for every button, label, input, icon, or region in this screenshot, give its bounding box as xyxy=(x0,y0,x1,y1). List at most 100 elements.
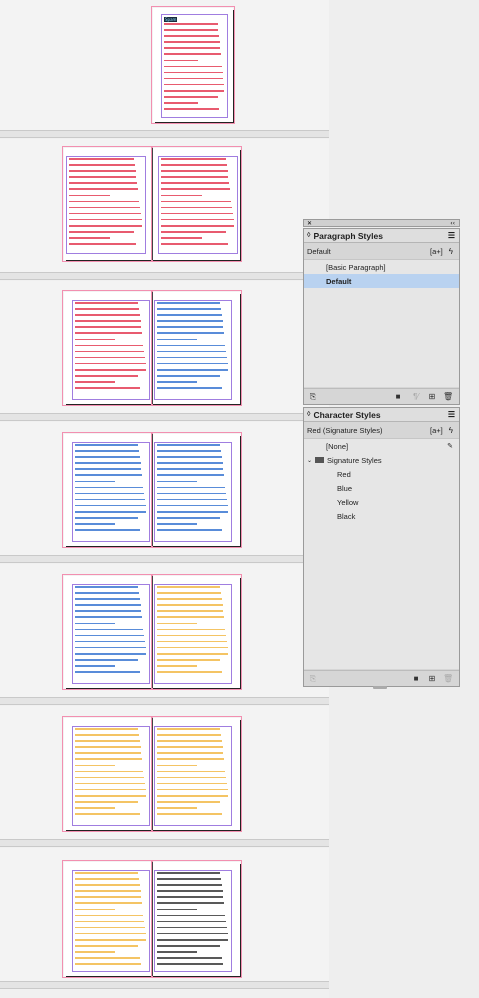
style-item[interactable]: Yellow xyxy=(304,495,459,509)
text-line xyxy=(157,504,228,507)
text-frame[interactable] xyxy=(157,872,229,970)
text-line xyxy=(157,586,221,588)
text-frame[interactable] xyxy=(157,586,229,682)
text-line xyxy=(75,957,140,959)
text-frame[interactable] xyxy=(157,444,229,540)
right-page[interactable] xyxy=(152,290,242,406)
text-line xyxy=(157,752,224,754)
text-line xyxy=(164,102,198,104)
text-line xyxy=(75,795,147,797)
text-line xyxy=(157,788,228,791)
panel-resize-grip[interactable] xyxy=(373,686,387,689)
text-line xyxy=(157,920,227,923)
text-line xyxy=(157,362,228,365)
text-frame[interactable] xyxy=(75,586,147,682)
panel-tab[interactable]: ◊ Paragraph Styles ☰ xyxy=(304,229,459,243)
text-line xyxy=(75,375,139,377)
lightning-icon[interactable]: ϟ xyxy=(449,247,453,256)
panel-tab[interactable]: ◊ Character Styles ☰ xyxy=(304,408,459,422)
text-line xyxy=(75,640,145,643)
close-icon[interactable]: ✕ xyxy=(307,220,312,227)
clear-overrides-icon[interactable]: ¶⁄ xyxy=(409,392,423,401)
style-item[interactable]: Red xyxy=(304,467,459,481)
style-group-icon[interactable]: ⎘ xyxy=(308,674,318,683)
panel-footer: ⎘ ■ ¶⁄ ⊞ 🗑 xyxy=(304,388,459,404)
text-line xyxy=(157,314,222,316)
panel-title: Character Styles xyxy=(313,409,381,420)
text-line xyxy=(157,444,221,446)
right-page[interactable] xyxy=(152,716,242,832)
chevron-down-icon[interactable]: ⌄ xyxy=(307,457,312,464)
right-page[interactable] xyxy=(152,146,242,262)
folder-icon[interactable]: ■ xyxy=(411,674,421,683)
page[interactable]: Spam xyxy=(151,6,235,124)
panel-expand-icon[interactable]: ◊ xyxy=(307,411,310,418)
left-page[interactable] xyxy=(62,290,152,406)
text-line xyxy=(75,344,144,347)
text-frame[interactable] xyxy=(157,302,229,398)
spread-spine xyxy=(152,576,153,688)
text-line xyxy=(157,878,222,880)
double-chevron-icon[interactable]: ‹‹ xyxy=(450,220,455,227)
style-group-icon[interactable]: ⎘ xyxy=(308,392,318,401)
text-line xyxy=(157,517,221,519)
style-group[interactable]: ⌄ Signature Styles xyxy=(304,453,459,467)
text-frame[interactable] xyxy=(69,158,143,252)
text-line xyxy=(157,957,222,959)
new-style-icon[interactable]: ⊞ xyxy=(427,674,437,683)
page-text-heading[interactable]: Spam xyxy=(164,17,178,22)
text-line xyxy=(69,170,136,172)
selected-text-highlight[interactable]: Spam xyxy=(164,17,178,22)
spread-separator xyxy=(0,272,329,280)
style-item-none[interactable]: [None] ✎ xyxy=(304,439,459,453)
style-item[interactable]: Black xyxy=(304,509,459,523)
text-line xyxy=(157,511,229,513)
hamburger-menu-icon[interactable]: ☰ xyxy=(448,410,455,419)
text-line xyxy=(157,764,197,767)
current-style-row: Red (Signature Styles) [a+] ϟ xyxy=(304,422,459,439)
right-page[interactable] xyxy=(152,574,242,690)
folder-icon[interactable]: ■ xyxy=(393,392,403,401)
style-item-selected[interactable]: Default xyxy=(304,274,459,288)
text-frame[interactable] xyxy=(161,158,235,252)
style-item-label: Red xyxy=(337,469,351,479)
style-item[interactable]: [Basic Paragraph] xyxy=(304,260,459,274)
text-frame[interactable] xyxy=(75,872,147,970)
text-line xyxy=(157,646,228,649)
text-line xyxy=(69,158,135,160)
text-frame[interactable] xyxy=(75,302,147,398)
left-page[interactable] xyxy=(62,716,152,832)
text-line xyxy=(161,158,227,160)
text-line xyxy=(75,444,139,446)
right-page[interactable] xyxy=(152,860,242,978)
text-line xyxy=(157,523,197,525)
panel-dock-header[interactable]: ✕ ‹‹ xyxy=(303,219,460,227)
document-canvas: { "paragraph_styles": { "title": "Paragr… xyxy=(0,0,479,998)
text-line xyxy=(164,77,224,80)
text-line xyxy=(157,344,226,347)
trash-icon[interactable]: 🗑 xyxy=(443,392,453,401)
new-style-from-selection-icon[interactable]: [a+] xyxy=(430,247,443,256)
spread-separator xyxy=(0,697,329,705)
text-line xyxy=(157,951,197,953)
text-frame[interactable] xyxy=(75,444,147,540)
left-page[interactable] xyxy=(62,574,152,690)
text-line xyxy=(69,212,141,215)
trash-icon[interactable]: 🗑 xyxy=(443,674,453,683)
text-line xyxy=(157,902,224,904)
new-style-from-selection-icon[interactable]: [a+] xyxy=(430,426,443,435)
current-style-label: Red (Signature Styles) xyxy=(307,425,383,435)
new-style-icon[interactable]: ⊞ xyxy=(427,392,437,401)
left-page[interactable] xyxy=(62,860,152,978)
style-item[interactable]: Blue xyxy=(304,481,459,495)
left-page[interactable] xyxy=(62,146,152,262)
hamburger-menu-icon[interactable]: ☰ xyxy=(448,231,455,240)
lightning-icon[interactable]: ϟ xyxy=(449,426,453,435)
text-frame[interactable] xyxy=(157,728,229,824)
text-frame[interactable] xyxy=(75,728,147,824)
panel-expand-icon[interactable]: ◊ xyxy=(307,232,310,239)
left-page[interactable] xyxy=(62,432,152,548)
text-frame[interactable] xyxy=(164,23,225,116)
right-page[interactable] xyxy=(152,432,242,548)
spread-separator xyxy=(0,555,329,563)
